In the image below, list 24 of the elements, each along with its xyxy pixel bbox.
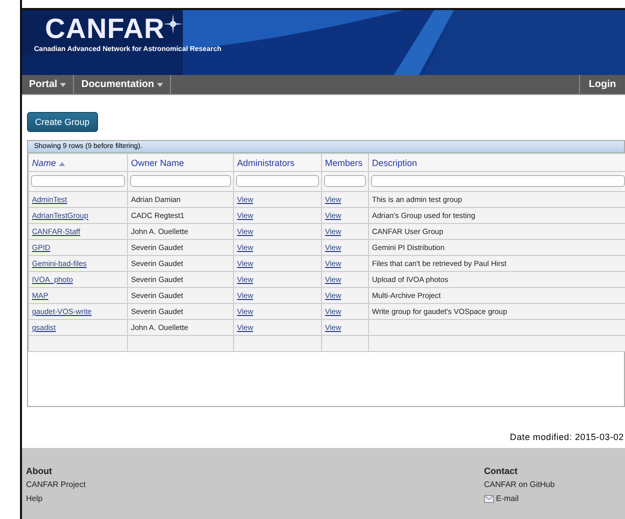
column-header[interactable]: Members: [322, 154, 368, 172]
email-link[interactable]: E-mail: [484, 492, 519, 506]
footer-link[interactable]: Help: [26, 492, 42, 506]
column-header[interactable]: Administrators: [234, 154, 322, 172]
envelope-icon: [484, 495, 494, 503]
logo-text: CANFAR: [44, 14, 165, 44]
filter-field[interactable]: [130, 175, 231, 188]
footer-heading: Contact: [484, 465, 518, 478]
footer-link[interactable]: CANFAR on GitHub: [484, 478, 555, 492]
filter-field[interactable]: [236, 175, 319, 188]
footer-heading: About: [26, 465, 52, 478]
login-link[interactable]: Login: [578, 75, 625, 94]
sort-arrow-icon: [59, 162, 66, 166]
nav-menu[interactable]: Portal: [22, 75, 74, 94]
footer-link[interactable]: CANFAR Project: [26, 478, 86, 492]
column-header[interactable]: Description: [368, 154, 625, 172]
create-group-button[interactable]: Create Group: [27, 112, 98, 132]
column-header[interactable]: Owner Name: [128, 154, 234, 172]
column-header[interactable]: Name: [28, 154, 128, 172]
filter-field[interactable]: [324, 175, 366, 188]
filter-field[interactable]: [371, 175, 625, 188]
filter-field[interactable]: [31, 175, 125, 188]
date-modified: Date modified: 2015-03-02: [508, 432, 625, 444]
nav-menu[interactable]: Documentation: [74, 75, 172, 94]
